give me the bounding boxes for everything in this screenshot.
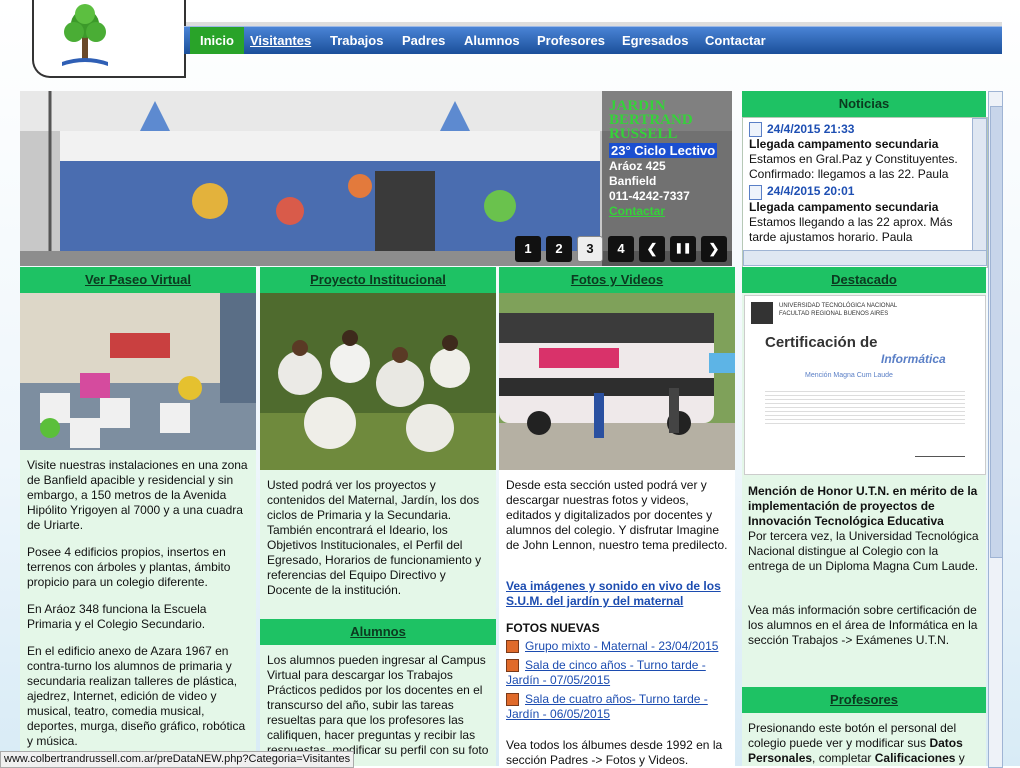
news-date: 24/4/2015 20:01 [767,184,855,199]
noticias-hscrollbar[interactable] [743,250,987,266]
fotos-videos-header[interactable]: Fotos y Videos [499,267,735,293]
proyecto-text: Usted podrá ver los proyectos y contenid… [267,478,482,597]
main-navbar: Inicio Visitantes Trabajos Padres Alumno… [184,26,1002,54]
prof-text-b: , completar [812,751,875,765]
slide-next-icon[interactable]: ❯ [701,236,727,262]
profesores-text: Presionando este botón el personal del c… [748,721,980,766]
fotos-videos-link[interactable]: Fotos y Videos [571,272,663,287]
foto-link[interactable]: Sala de cinco años - Turno tarde - Jardí… [506,658,706,687]
fotos-nuevas-title: FOTOS NUEVAS [506,621,600,635]
destacado-header[interactable]: Destacado [742,267,986,293]
page-scroll-thumb[interactable] [990,106,1003,558]
photo-icon [506,640,519,654]
fotos-videos-panel: Desde esta sección usted podrá ver y des… [499,293,735,767]
slider-cycle: 23° Ciclo Lectivo [609,143,718,158]
cert-faculty: FACULTAD REGIONAL BUENOS AIRES [779,311,889,317]
prof-bold-calificaciones: Calificaciones [874,751,956,765]
nav-contactar[interactable]: Contactar [697,27,774,54]
alumnos-header[interactable]: Alumnos [260,619,496,645]
nav-padres[interactable]: Padres [394,27,453,54]
profesores-link[interactable]: Profesores [830,692,898,707]
paseo-virtual-header[interactable]: Ver Paseo Virtual [20,267,256,293]
news-headline[interactable]: Llegada campamento secundaria [749,200,969,215]
browser-status-bar: www.colbertrandrussell.com.ar/preDataNEW… [0,751,355,768]
slider-contact-link[interactable]: Contactar [609,204,729,219]
alumnos-text: Los alumnos pueden ingresar al Campus Vi… [267,653,489,757]
foto-link[interactable]: Grupo mixto - Maternal - 23/04/2015 [525,639,718,653]
cert-body-lines [765,388,965,424]
destacado-link[interactable]: Destacado [831,272,897,287]
destacado-text2: Vea más información sobre certificación … [748,603,978,647]
proyecto-link[interactable]: Proyecto Institucional [310,272,446,287]
news-doc-icon [749,122,762,138]
slide-pause-icon[interactable]: ❚❚ [670,236,696,262]
nav-egresados[interactable]: Egresados [614,27,696,54]
news-text: Estamos llegando a las 22 aprox. Más tar… [749,214,953,244]
paseo-paragraph: Posee 4 edificios propios, insertos en t… [27,545,231,589]
nav-alumnos[interactable]: Alumnos [456,27,528,54]
foto-link[interactable]: Sala de cuatro años- Turno tarde - Jardí… [506,692,708,721]
photo-icon [506,693,519,707]
fotos-footer-text: Vea todos los álbumes desde 1992 en la s… [506,738,723,767]
cert-subtitle: Informática [881,352,946,366]
slide-1-button[interactable]: 1 [515,236,541,262]
slider-school-name: JARDIN BERTRAND RUSSELL [609,98,693,142]
news-doc-icon [749,184,762,200]
nav-inicio[interactable]: Inicio [190,27,244,54]
utn-logo-icon [751,302,773,324]
profesores-header[interactable]: Profesores [742,687,986,713]
alumnos-link[interactable]: Alumnos [350,624,406,639]
paseo-paragraph: Visite nuestras instalaciones en una zon… [27,458,248,532]
paseo-virtual-panel: Visite nuestras instalaciones en una zon… [20,293,256,766]
noticias-vscrollbar[interactable] [972,118,987,251]
slide-prev-icon[interactable]: ❮ [639,236,665,262]
students-photo [260,293,496,470]
photo-icon [506,659,519,673]
bus-photo [499,293,735,470]
classroom-photo [20,293,256,450]
noticias-panel: 24/4/2015 21:33 Llegada campamento secun… [742,117,988,268]
proyecto-header[interactable]: Proyecto Institucional [260,267,496,293]
news-date: 24/4/2015 21:33 [767,122,855,136]
page-vscrollbar[interactable] [988,91,1003,768]
nav-trabajos[interactable]: Trabajos [322,27,391,54]
tree-logo-icon [62,4,108,66]
news-headline[interactable]: Llegada campamento secundaria [749,137,969,152]
destacado-text: Por tercera vez, la Universidad Tecnológ… [748,529,979,573]
slide-3-button[interactable]: 3 [577,236,603,262]
news-text: Estamos en Gral.Paz y Constituyentes. Co… [749,152,958,182]
prof-text-c: y [955,751,965,765]
fotos-text: Desde esta sección usted podrá ver y des… [506,478,728,552]
prof-text-a: Presionando este botón el personal del c… [748,721,957,750]
slide-4-button[interactable]: 4 [608,236,634,262]
cert-university: UNIVERSIDAD TECNOLÓGICA NACIONAL [779,303,898,309]
utn-certificate[interactable]: UNIVERSIDAD TECNOLÓGICA NACIONAL FACULTA… [744,295,986,475]
noticias-header: Noticias [742,91,986,117]
nav-profesores[interactable]: Profesores [529,27,613,54]
paseo-paragraph: En Aráoz 348 funciona la Escuela Primari… [27,602,207,631]
destacado-bold-text: Mención de Honor U.T.N. en mérito de la … [748,484,978,528]
slider-address: Aráoz 425 [609,159,666,173]
paseo-paragraph: En el edificio anexo de Azara 1967 en co… [27,644,246,748]
slider-city: Banfield [609,174,657,188]
nav-visitantes[interactable]: Visitantes [242,27,319,54]
cert-title: Certificación de [765,334,878,351]
cert-signature-icon [915,436,965,457]
sum-video-link[interactable]: Vea imágenes y sonido en vivo de los S.U… [506,579,732,609]
paseo-virtual-link[interactable]: Ver Paseo Virtual [85,272,191,287]
school-logo[interactable] [32,0,186,78]
slide-2-button[interactable]: 2 [546,236,572,262]
slider-phone: 011-4242-7337 [609,189,690,203]
cert-honor: Mención Magna Cum Laude [805,372,893,379]
